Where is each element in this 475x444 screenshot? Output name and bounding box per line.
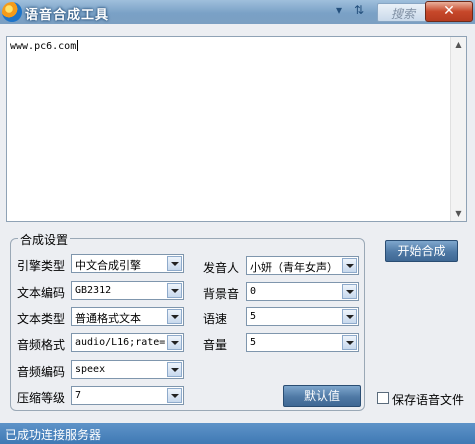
close-icon: ✕ [443,3,455,19]
app-logo-icon [2,2,22,22]
text-type-label: 文本类型 [17,312,66,326]
background-sound-label: 背景音 [203,287,240,301]
chevron-down-icon [167,388,182,403]
app-window: 语音合成工具 ▾ ⇅ 搜索 ✕ www.pc6.com ▲ ▼ 合成设置 引擎类… [0,0,475,444]
audio-format-label: 音频格式 [17,338,66,352]
chevron-down-icon [167,309,182,324]
save-audio-label: 保存语音文件 [392,393,465,407]
text-input-area[interactable]: www.pc6.com ▲ ▼ [6,36,467,222]
refresh-icon[interactable]: ⇅ [354,3,364,17]
speed-select[interactable]: 5 [246,307,359,326]
status-bar: 已成功连接服务器 [0,423,475,444]
search-input[interactable]: 搜索 [377,3,427,22]
compression-level-value: 7 [75,390,82,401]
chevron-down-icon [167,362,182,377]
dropdown-menu-icon[interactable]: ▾ [336,3,342,17]
audio-format-select[interactable]: audio/L16;rate= [71,333,184,352]
audio-codec-value: speex [75,364,106,375]
speaker-select[interactable]: 小妍（青年女声） [246,256,359,275]
text-encoding-select[interactable]: GB2312 [71,281,184,300]
compression-level-label: 压缩等级 [17,391,66,405]
search-placeholder: 搜索 [391,7,416,21]
scroll-down-icon[interactable]: ▼ [451,206,466,221]
chevron-down-icon [167,283,182,298]
chevron-down-icon [342,284,357,299]
window-title: 语音合成工具 [25,8,110,23]
compression-level-select[interactable]: 7 [71,386,184,405]
speaker-value: 小妍（青年女声） [250,261,338,274]
audio-codec-select[interactable]: speex [71,360,184,379]
text-caret [77,40,79,51]
chevron-down-icon [167,335,182,350]
text-encoding-label: 文本编码 [17,286,66,300]
save-audio-checkbox[interactable] [377,392,389,404]
background-sound-value: 0 [250,286,257,297]
default-values-button[interactable]: 默认值 [283,385,361,407]
speaker-label: 发音人 [203,261,240,275]
text-content: www.pc6.com [10,41,77,52]
chevron-down-icon [342,309,357,324]
text-type-value: 普通格式文本 [75,312,141,325]
close-button[interactable]: ✕ [425,1,473,22]
scroll-up-icon[interactable]: ▲ [451,37,466,52]
speed-value: 5 [250,311,257,322]
speed-label: 语速 [203,312,228,326]
chevron-down-icon [342,258,357,273]
volume-value: 5 [250,337,257,348]
volume-label: 音量 [203,338,228,352]
vertical-scrollbar[interactable]: ▲ ▼ [450,37,466,221]
volume-select[interactable]: 5 [246,333,359,352]
audio-codec-label: 音频编码 [17,365,66,379]
chevron-down-icon [167,256,182,271]
start-synthesis-button[interactable]: 开始合成 [385,240,458,262]
synthesis-settings-label: 合成设置 [18,231,71,248]
chevron-down-icon [342,335,357,350]
title-bar: 语音合成工具 ▾ ⇅ 搜索 ✕ [0,0,475,24]
text-type-select[interactable]: 普通格式文本 [71,307,184,326]
status-text: 已成功连接服务器 [5,428,102,442]
background-sound-select[interactable]: 0 [246,282,359,301]
engine-type-value: 中文合成引擎 [75,259,141,272]
engine-type-label: 引擎类型 [17,259,66,273]
engine-type-select[interactable]: 中文合成引擎 [71,254,184,273]
text-encoding-value: GB2312 [75,285,112,296]
audio-format-value: audio/L16;rate= [75,337,166,348]
